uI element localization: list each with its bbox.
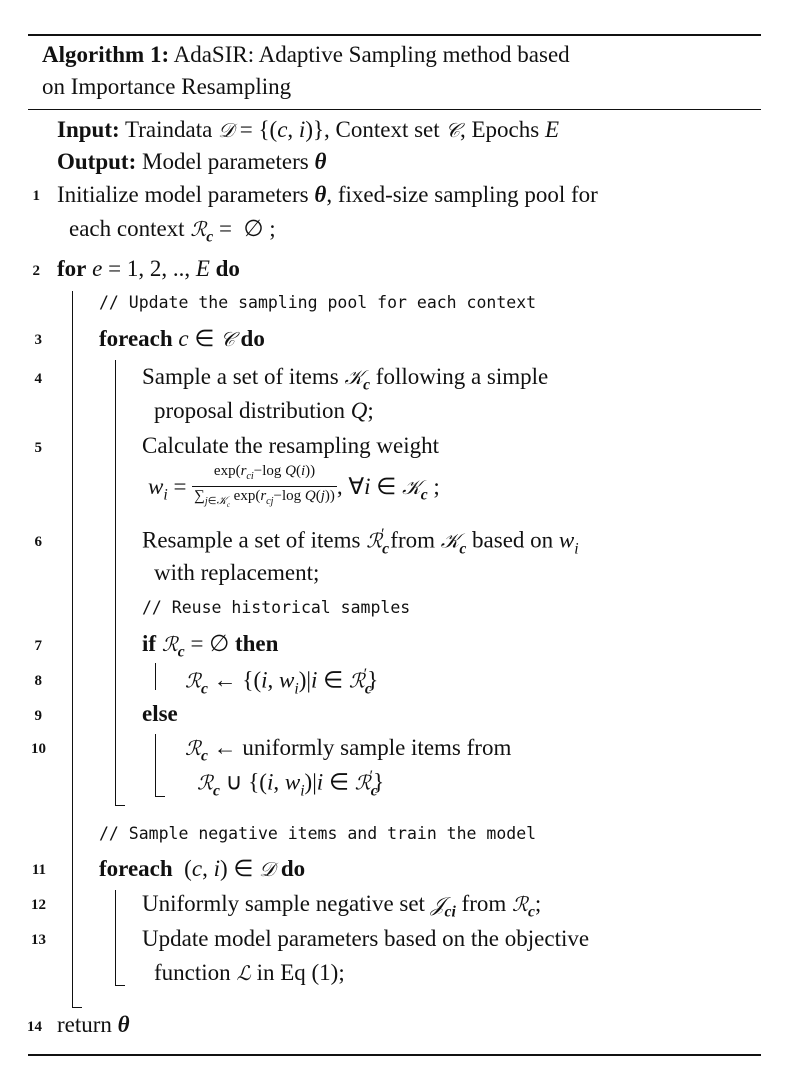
algorithm-label: Algorithm 1: [42, 42, 170, 67]
algorithm-caption-line1: Algorithm 1: AdaSIR: Adaptive Sampling m… [42, 42, 570, 68]
line-6: Resample a set of items ℛc′ from 𝒦c base… [142, 526, 579, 558]
else-block-hook [155, 796, 165, 798]
line-6-cont: with replacement; [154, 560, 320, 585]
line-14: return θ [57, 1012, 130, 1037]
line-12: Uniformly sample negative set 𝒥ci from ℛ… [142, 891, 542, 921]
input-line: Input: Traindata 𝒟 = {(c, i)}, Context s… [57, 117, 559, 143]
bottom-rule [28, 1054, 761, 1056]
if-block-bar [155, 663, 157, 690]
input-keyword: Input: [57, 117, 120, 142]
output-line: Output: Model parameters θ [57, 149, 326, 175]
line-7: if ℛc = ∅ then [142, 631, 279, 661]
comment-reuse: // Reuse historical samples [142, 598, 411, 617]
line-number: 14 [27, 1019, 42, 1035]
line-number: 7 [34, 638, 43, 654]
line-8: ℛc ← {(i, wi)|i ∈ ℛc′} [185, 666, 379, 698]
weight-fraction: exp(rci−log Q(i)) ∑j∈𝒦c exp(rcj−log Q(j)… [192, 463, 337, 510]
line-number: 10 [31, 741, 46, 757]
line-number: 3 [34, 332, 43, 348]
algorithm-caption-line2: on Importance Resampling [42, 74, 292, 99]
line-10-cont: ℛc ∪ {(i, wi)|i ∈ ℛc′} [197, 768, 385, 800]
top-rule [28, 34, 761, 36]
comment-sample-negative: // Sample negative items and train the m… [99, 824, 537, 843]
line-3: foreach c ∈ 𝒞 do [99, 326, 265, 351]
line-number: 4 [34, 371, 43, 387]
line-1: Initialize model parameters θ, fixed-siz… [57, 182, 598, 207]
line-number: 6 [34, 534, 43, 550]
else-block-bar [155, 734, 157, 797]
line-5: Calculate the resampling weight [142, 433, 439, 458]
line-13: Update model parameters based on the obj… [142, 926, 590, 951]
foreach2-block-bar [115, 890, 117, 986]
line-number: 8 [34, 673, 43, 689]
line-5-formula: wi = exp(rci−log Q(i)) ∑j∈𝒦c exp(rcj−log… [148, 462, 440, 515]
foreach1-block-bar [115, 360, 117, 806]
line-10: ℛc ← uniformly sample items from [185, 735, 512, 765]
for-block-bar [72, 291, 74, 1008]
for-block-hook [72, 1007, 82, 1009]
line-13-cont: function ℒ in Eq (1); [154, 960, 345, 985]
line-9: else [142, 701, 178, 726]
input-text: Traindata 𝒟 = {(c, i)}, Context set 𝒞, E… [125, 117, 560, 142]
line-2: for e = 1, 2, .., E do [57, 256, 240, 281]
algorithm-title: AdaSIR: Adaptive Sampling method based [173, 42, 570, 67]
line-number: 11 [31, 862, 46, 878]
line-number: 5 [34, 440, 43, 456]
output-text: Model parameters θ [142, 149, 327, 174]
line-number: 9 [34, 708, 43, 724]
line-1-cont: each context ℛc = ∅ ; [69, 216, 276, 246]
foreach2-block-hook [115, 985, 125, 987]
line-number: 13 [31, 932, 46, 948]
line-4: Sample a set of items 𝒦c following a sim… [142, 364, 549, 394]
line-11: foreach (c, i) ∈ 𝒟 do [99, 856, 306, 881]
comment-update-pool: // Update the sampling pool for each con… [99, 293, 537, 312]
line-4-cont: proposal distribution Q; [154, 398, 374, 423]
line-number: 12 [31, 897, 46, 913]
header-rule [28, 109, 761, 111]
foreach1-block-hook [115, 805, 125, 807]
line-number: 2 [32, 263, 41, 279]
output-keyword: Output: [57, 149, 137, 174]
line-number: 1 [32, 188, 41, 204]
